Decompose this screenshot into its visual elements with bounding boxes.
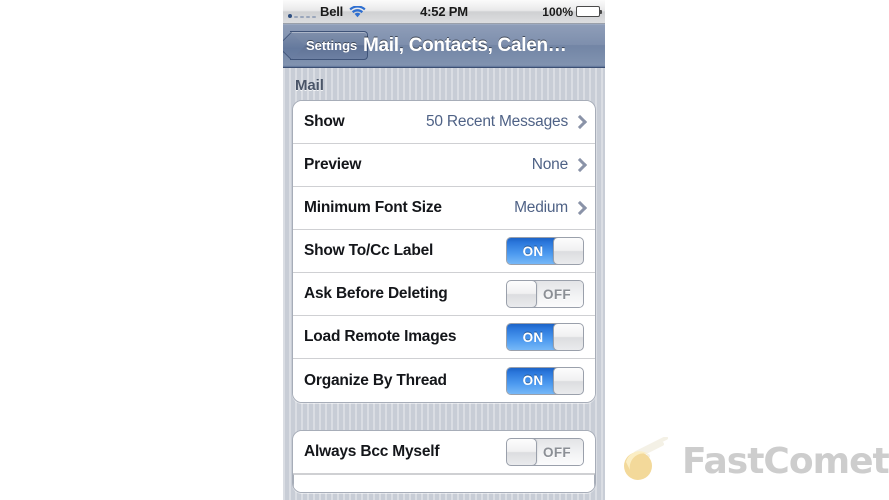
row-minimum-font-size[interactable]: Minimum Font Size Medium (293, 187, 595, 230)
row-show[interactable]: Show 50 Recent Messages (293, 101, 595, 144)
page-title: Mail, Contacts, Calen… (363, 34, 567, 56)
row-accessory: 50 Recent Messages (426, 113, 584, 131)
watermark-text: FastComet (682, 440, 889, 482)
carrier-label: Bell (320, 4, 344, 19)
toggle-organize-by-thread[interactable]: ON (506, 366, 584, 395)
chevron-right-icon (575, 115, 584, 129)
row-label: Load Remote Images (304, 328, 457, 345)
row-label: Minimum Font Size (304, 199, 442, 216)
row-load-remote-images[interactable]: Load Remote Images ON (293, 316, 595, 359)
section-header-mail: Mail (295, 77, 324, 94)
row-label: Preview (304, 156, 362, 173)
row-value: Medium (514, 199, 568, 216)
row-accessory: ON (506, 323, 584, 351)
toggle-knob (507, 439, 537, 465)
row-label: Show (304, 113, 345, 130)
row-label: Show To/Cc Label (304, 242, 434, 259)
chevron-right-icon (575, 158, 584, 172)
toggle-ask-before-deleting[interactable]: OFF (506, 280, 584, 308)
row-accessory: OFF (506, 438, 584, 466)
navigation-bar: Settings Mail, Contacts, Calen… (283, 24, 605, 68)
toggle-state-label: ON (522, 243, 544, 259)
status-bar-left: Bell (288, 4, 366, 19)
row-value: 50 Recent Messages (425, 113, 568, 130)
toggle-state-label: OFF (543, 286, 571, 302)
back-button-label: Settings (306, 38, 358, 53)
row-accessory: OFF (506, 280, 584, 308)
row-label: Organize By Thread (304, 371, 447, 389)
fastcomet-watermark: FastComet (618, 436, 889, 485)
toggle-state-label: ON (522, 329, 544, 345)
comet-icon (618, 436, 674, 485)
wifi-icon (349, 4, 366, 18)
row-value: None (531, 156, 568, 173)
row-label: Ask Before Deleting (304, 285, 448, 302)
battery-full-icon (576, 6, 602, 17)
row-accessory: Medium (514, 199, 584, 217)
toggle-knob (553, 324, 583, 350)
settings-group-mail: Show 50 Recent Messages Preview None Min… (292, 100, 596, 403)
row-label: Always Bcc Myself (304, 443, 440, 460)
toggle-state-label: OFF (543, 444, 571, 460)
row-partial-cutoff[interactable] (293, 474, 595, 492)
row-preview[interactable]: Preview None (293, 144, 595, 187)
row-ask-before-deleting[interactable]: Ask Before Deleting OFF (293, 273, 595, 316)
signal-dots-icon (288, 6, 316, 18)
row-accessory: ON (506, 366, 584, 395)
settings-group-compose: Always Bcc Myself OFF (292, 430, 596, 493)
row-accessory: None (532, 156, 584, 174)
toggle-knob (507, 281, 537, 307)
phone-screen: Bell 4:52 PM 100% Settings Mail, Contact… (283, 0, 605, 500)
status-bar: Bell 4:52 PM 100% (283, 0, 605, 24)
toggle-state-label: ON (522, 373, 544, 388)
toggle-always-bcc-myself[interactable]: OFF (506, 438, 584, 466)
row-always-bcc-myself[interactable]: Always Bcc Myself OFF (293, 431, 595, 474)
settings-list[interactable]: Mail Show 50 Recent Messages Preview Non… (283, 68, 605, 500)
toggle-knob (553, 367, 583, 394)
status-bar-right: 100% (542, 4, 602, 19)
row-organize-by-thread[interactable]: Organize By Thread ON (293, 359, 595, 402)
toggle-load-remote-images[interactable]: ON (506, 323, 584, 351)
back-button-settings[interactable]: Settings (290, 31, 369, 60)
chevron-right-icon (575, 201, 584, 215)
toggle-show-to-cc-label[interactable]: ON (506, 237, 584, 265)
toggle-knob (553, 238, 583, 264)
row-accessory: ON (506, 237, 584, 265)
row-show-to-cc-label[interactable]: Show To/Cc Label ON (293, 230, 595, 273)
battery-percent-label: 100% (542, 4, 573, 19)
